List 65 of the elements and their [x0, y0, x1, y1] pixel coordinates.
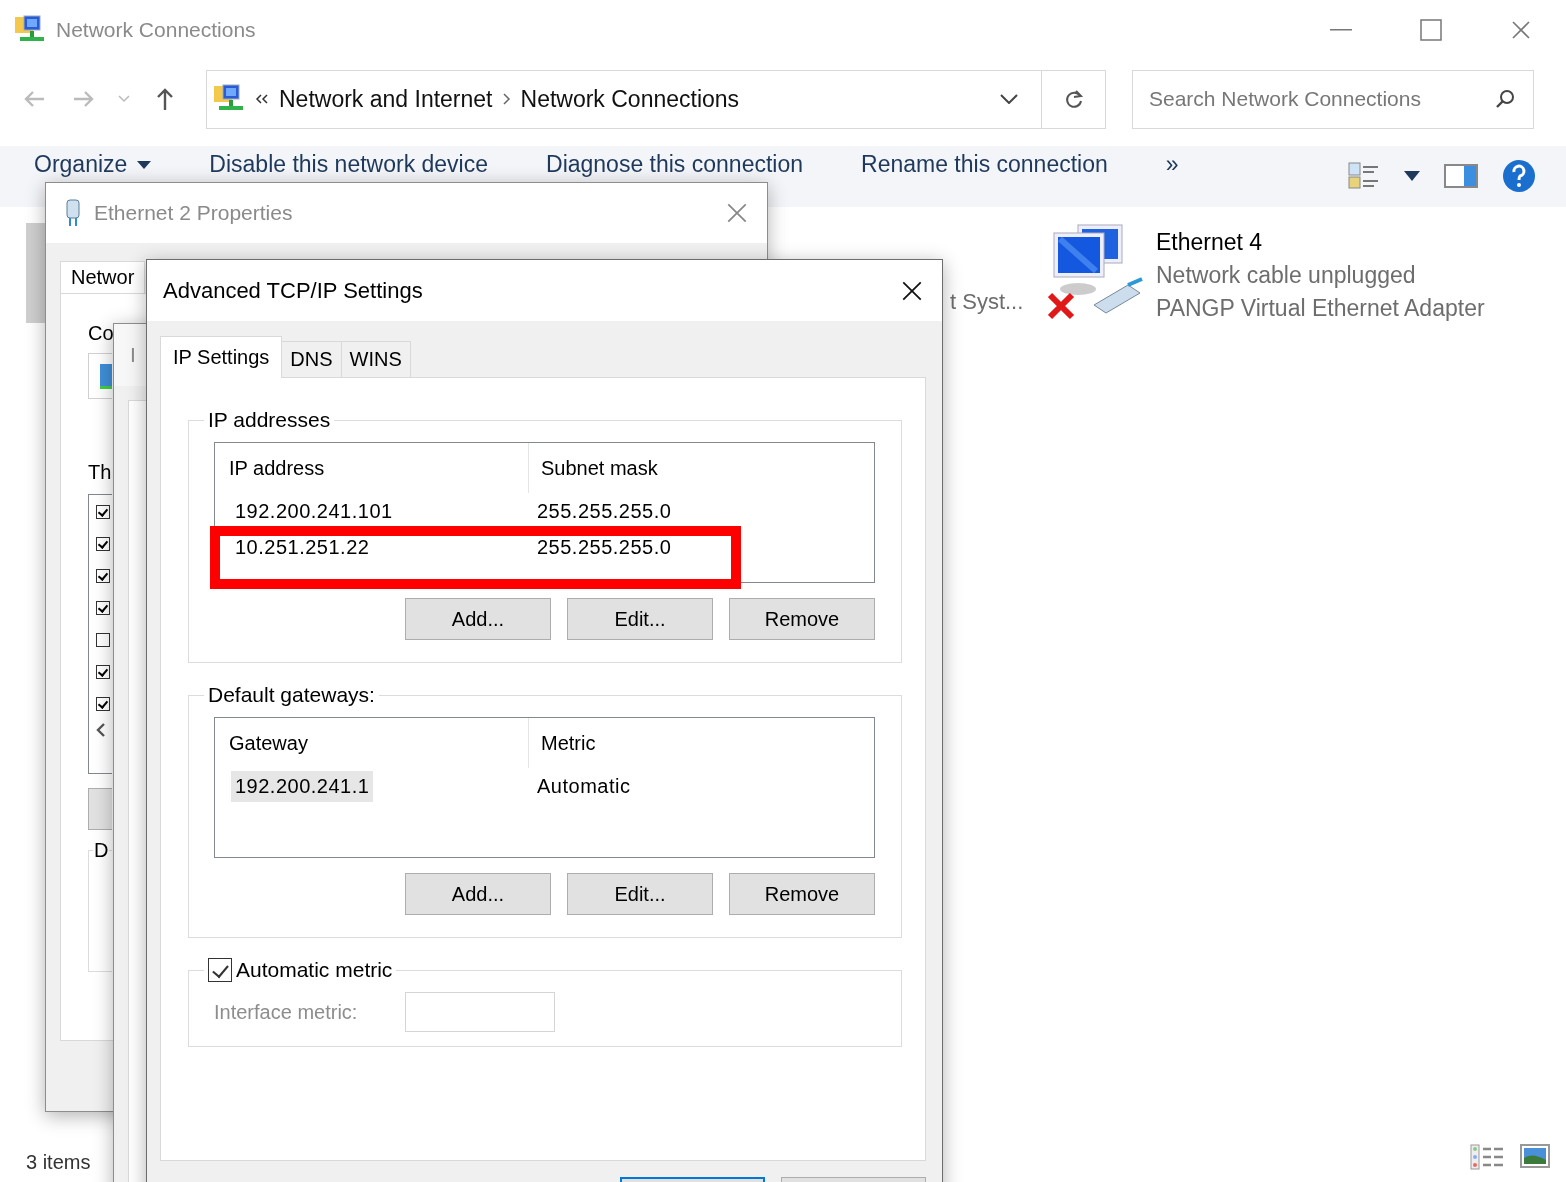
- tab[interactable]: IP Settings: [160, 336, 283, 378]
- field-label: Interface metric:: [214, 1000, 358, 1024]
- table-cell-text: 255.255.255.0: [536, 499, 672, 523]
- window-title: Network Connections: [56, 18, 256, 42]
- close-icon: [725, 201, 749, 225]
- dialog-button[interactable]: Edit...: [567, 873, 713, 915]
- maximize-icon[interactable]: [1420, 19, 1442, 41]
- checkbox[interactable]: [96, 569, 110, 583]
- organize-menu[interactable]: Organize: [34, 151, 152, 178]
- table-cell[interactable]: 192.200.241.1: [231, 770, 374, 802]
- details-view-icon[interactable]: [1470, 1144, 1504, 1170]
- group-label: Default gateways:: [207, 683, 376, 707]
- checkbox[interactable]: [96, 665, 110, 679]
- close-icon: [1510, 19, 1532, 41]
- chevron-icon[interactable]: [502, 93, 511, 105]
- search-icon[interactable]: [1494, 87, 1516, 110]
- checkbox[interactable]: [96, 505, 110, 519]
- column-header[interactable]: IP address: [215, 456, 528, 480]
- tab[interactable]: Networ: [60, 261, 146, 293]
- network-adapter-icon: [64, 199, 82, 227]
- breadcrumb-item[interactable]: Network Connections: [520, 85, 740, 113]
- address-bar[interactable]: Network and Internet Network Connections: [206, 69, 1106, 129]
- network-adapter-icon: [99, 362, 112, 390]
- view-options-icon[interactable]: [1348, 162, 1380, 190]
- checkbox[interactable]: [208, 958, 232, 982]
- checkbox[interactable]: [96, 633, 110, 647]
- adapter-device: PANGP Virtual Ethernet Adapter: [1156, 295, 1485, 322]
- more-commands-button[interactable]: »: [1165, 151, 1179, 178]
- dialog-button[interactable]: Remove: [729, 873, 875, 915]
- checkbox[interactable]: [96, 537, 110, 551]
- breadcrumb-item[interactable]: Network and Internet: [279, 85, 493, 113]
- table-cell-text: 255.255.255.0: [536, 535, 672, 559]
- table-cell[interactable]: 192.200.241.101: [231, 495, 397, 527]
- large-icons-view-icon[interactable]: [1520, 1144, 1550, 1168]
- window-title: Ethernet 2 Properties: [94, 201, 293, 225]
- dropdown-arrow-icon[interactable]: [1404, 171, 1420, 181]
- status-text: 3 items: [26, 1151, 91, 1174]
- preview-pane-icon[interactable]: [1444, 164, 1478, 188]
- adapter-name: Ethernet 4: [1156, 229, 1264, 256]
- table-cell-text: Automatic: [536, 774, 631, 798]
- command-button[interactable]: Disable this network device: [209, 151, 488, 178]
- checkbox[interactable]: [96, 697, 110, 711]
- section-label: Th: [88, 461, 112, 484]
- section-label: Co: [88, 322, 114, 345]
- tab[interactable]: WINS: [340, 341, 411, 377]
- minimize-icon[interactable]: [1330, 28, 1352, 32]
- dialog-button[interactable]: Add...: [405, 873, 551, 915]
- column-header[interactable]: Subnet mask: [528, 443, 658, 493]
- group-label: IP addresses: [207, 408, 332, 432]
- search-field[interactable]: Search Network Connections: [1132, 69, 1534, 129]
- column-header[interactable]: Gateway: [215, 731, 528, 755]
- command-button[interactable]: Diagnose this connection: [546, 151, 803, 178]
- command-button[interactable]: Rename this connection: [861, 151, 1108, 178]
- column-header[interactable]: Metric: [528, 718, 596, 768]
- dialog-button[interactable]: Remove: [729, 598, 875, 640]
- dialog-button[interactable]: Edit...: [567, 598, 713, 640]
- scroll-left-icon[interactable]: [96, 723, 106, 737]
- adapter-status: Network cable unplugged: [1156, 262, 1417, 289]
- window-title: I: [130, 343, 136, 367]
- checkbox-label[interactable]: Automatic metric: [236, 958, 393, 982]
- dialog-title: Advanced TCP/IP Settings: [163, 277, 423, 304]
- help-icon[interactable]: [1502, 159, 1536, 193]
- checkbox[interactable]: [96, 601, 110, 615]
- dialog-button[interactable]: Add...: [405, 598, 551, 640]
- item-description: t Syst...: [950, 288, 1025, 316]
